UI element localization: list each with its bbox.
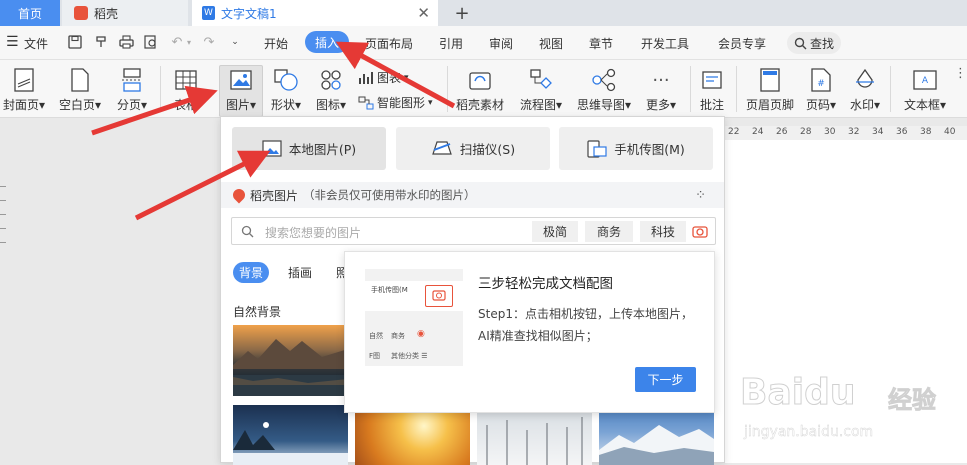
baidu-jingyan-watermark: Baidu 经验 jingyan.baidu.com xyxy=(739,372,967,463)
watermark-brand-text: Baidu xyxy=(739,372,856,414)
watermark-cn: 经验 xyxy=(888,380,937,415)
watermark-cn-text: 经验 xyxy=(888,386,937,415)
watermark-url-text: jingyan.baidu.com xyxy=(744,424,874,440)
arrow-to-local-picture xyxy=(134,150,271,221)
watermark-url: jingyan.baidu.com xyxy=(744,424,874,440)
arrow-to-insert-menu xyxy=(335,41,456,109)
arrow-to-picture-button xyxy=(91,85,218,136)
watermark-brand: Baidu xyxy=(739,372,856,414)
